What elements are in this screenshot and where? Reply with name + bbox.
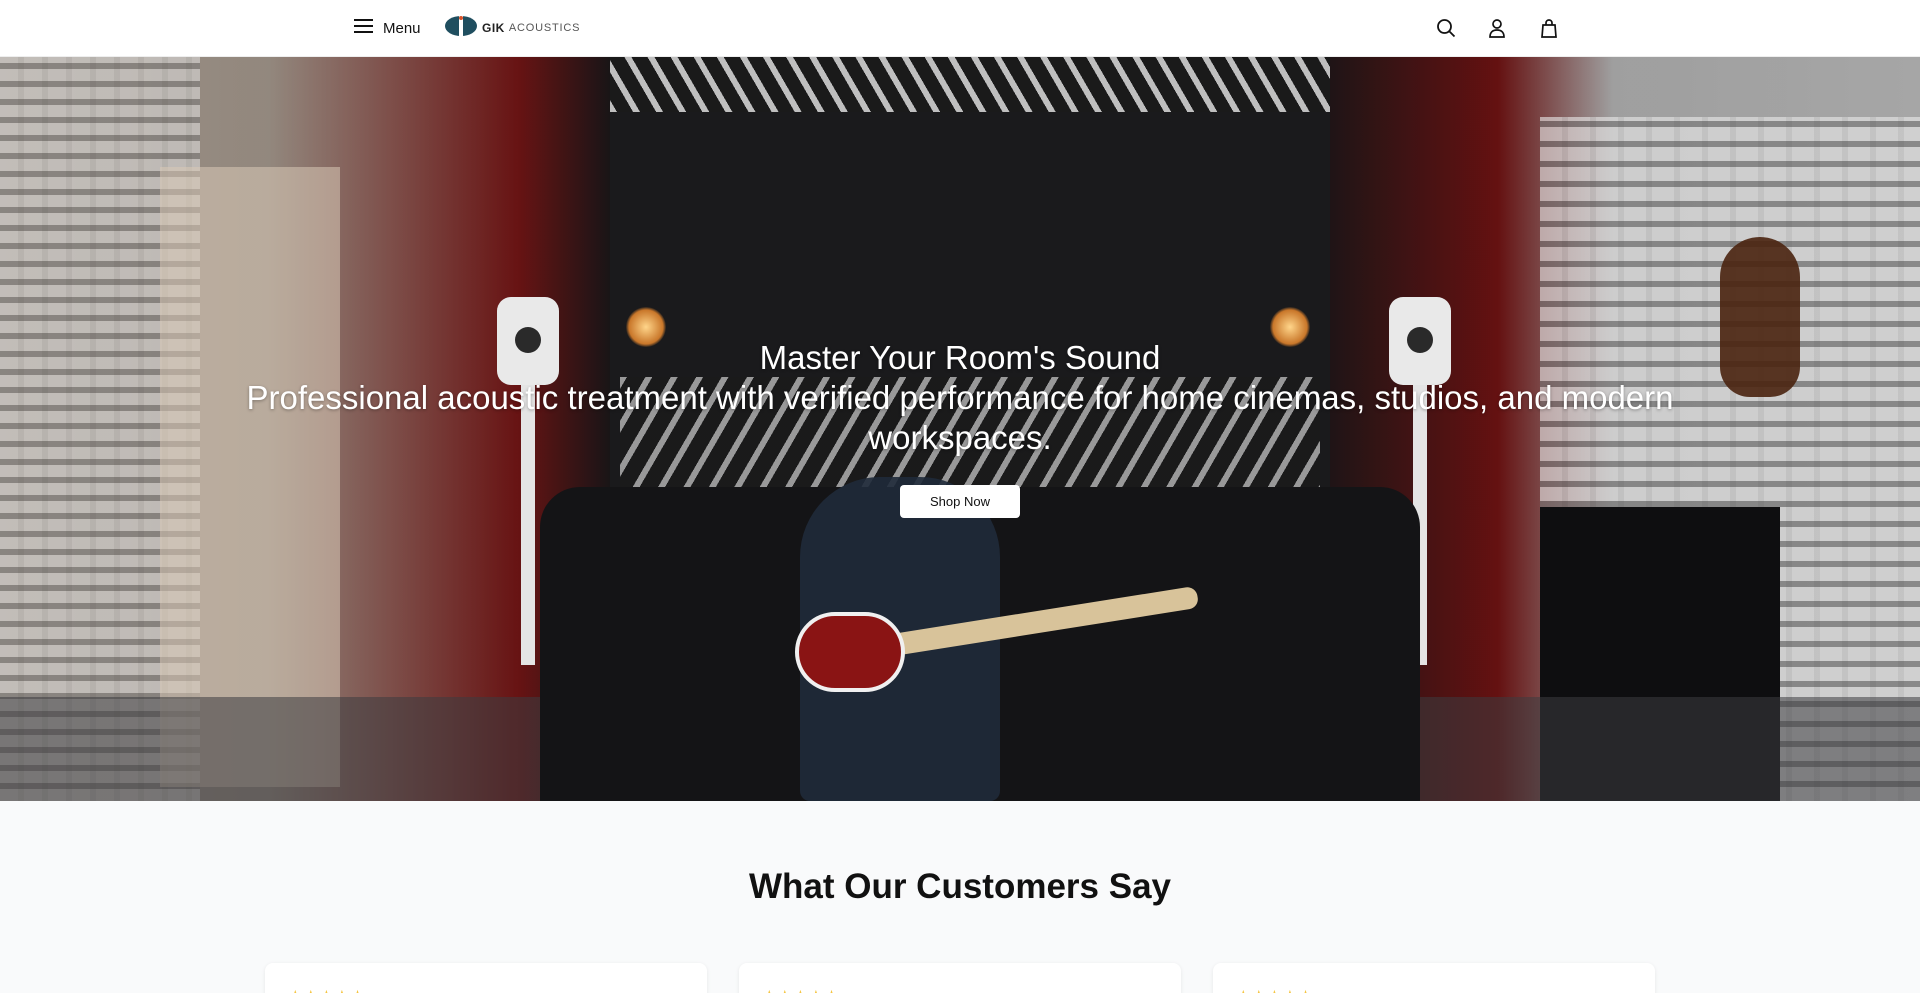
hero-subtitle: Professional acoustic treatment with ver…	[246, 379, 1674, 456]
testimonial-card: ★★★★★	[1213, 963, 1655, 993]
testimonial-card: ★★★★★	[265, 963, 707, 993]
menu-button[interactable]: Menu	[354, 17, 421, 39]
logo-sub: ACOUSTICS	[508, 22, 581, 34]
logo-mark-icon	[444, 15, 478, 42]
shop-now-button[interactable]: Shop Now	[900, 485, 1020, 518]
star-rating: ★★★★★	[1237, 987, 1315, 993]
star-rating: ★★★★★	[763, 987, 841, 993]
cart-icon[interactable]	[1537, 16, 1561, 40]
search-icon[interactable]	[1434, 16, 1458, 40]
site-header: Menu GIK ACOUSTICS	[0, 0, 1920, 57]
logo-brand: GIK	[482, 21, 505, 35]
testimonials-section: What Our Customers Say ★★★★★ ★★★★★ ★★★★★	[0, 801, 1920, 993]
testimonial-card: ★★★★★	[739, 963, 1181, 993]
account-icon[interactable]	[1485, 16, 1509, 40]
section-title: What Our Customers Say	[748, 867, 1172, 906]
site-logo[interactable]: GIK ACOUSTICS	[444, 15, 581, 42]
hero-content: Master Your Room's Sound Professional ac…	[0, 57, 1920, 801]
hero-title: Master Your Room's Sound	[759, 339, 1161, 376]
hamburger-icon	[354, 18, 373, 39]
star-rating: ★★★★★	[289, 987, 367, 993]
menu-label: Menu	[383, 19, 421, 37]
